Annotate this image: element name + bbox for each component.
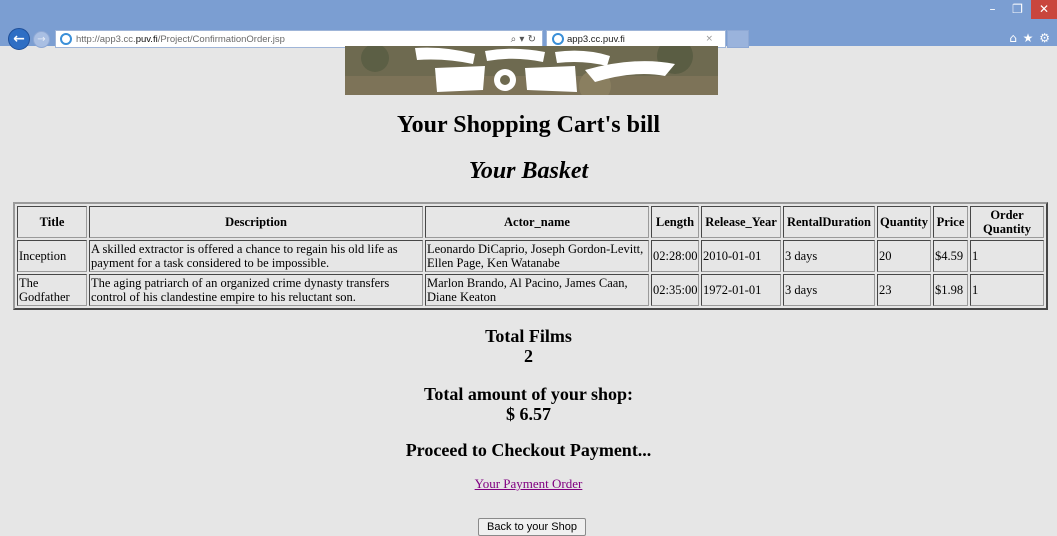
page-title: Your Shopping Cart's bill: [397, 112, 660, 138]
header-rental-duration: RentalDuration: [783, 206, 875, 238]
address-url[interactable]: http://app3.cc.puv.fi/Project/Confirmati…: [76, 32, 285, 47]
table-row: The Godfather The aging patriarch of an …: [17, 274, 1044, 306]
tab-title: app3.cc.puv.fi: [567, 34, 625, 45]
forward-button[interactable]: →: [33, 31, 50, 48]
cell-actor-name: Marlon Brando, Al Pacino, James Caan, Di…: [425, 274, 649, 306]
total-films: Total Films 2: [0, 326, 1057, 366]
cell-price: $1.98: [933, 274, 968, 306]
cell-length: 02:28:00: [651, 240, 699, 272]
total-amount-value: $ 6.57: [506, 404, 551, 424]
proceed-heading: Proceed to Checkout Payment...: [405, 440, 652, 460]
maximize-icon[interactable]: ❐: [1006, 0, 1029, 19]
ie-favicon-icon: [60, 33, 72, 45]
browser-chrome: ← → http://app3.cc.puv.fi/Project/Confir…: [0, 0, 1057, 50]
total-amount: Total amount of your shop: $ 6.57: [0, 384, 1057, 424]
header-order-quantity: Order Quantity: [970, 206, 1044, 238]
total-films-label: Total Films: [485, 326, 572, 346]
cell-release-year: 1972-01-01: [701, 274, 781, 306]
cell-price: $4.59: [933, 240, 968, 272]
header-quantity: Quantity: [877, 206, 931, 238]
cell-order-quantity[interactable]: 1: [970, 274, 1044, 306]
header-title: Title: [17, 206, 87, 238]
table-header-row: Title Description Actor_name Length Rele…: [17, 206, 1044, 238]
cell-quantity: 23: [877, 274, 931, 306]
cell-title: The Godfather: [17, 274, 87, 306]
search-refresh-icons[interactable]: ⌕ ▾ ↻: [511, 32, 536, 47]
url-prefix: http://app3.cc.: [76, 34, 136, 45]
table-row: Inception A skilled extractor is offered…: [17, 240, 1044, 272]
back-button[interactable]: ←: [8, 28, 30, 50]
close-window-icon[interactable]: ✕: [1031, 0, 1057, 19]
cell-length: 02:35:00: [651, 274, 699, 306]
cell-description: The aging patriarch of an organized crim…: [89, 274, 423, 306]
header-actor-name: Actor_name: [425, 206, 649, 238]
cell-title: Inception: [17, 240, 87, 272]
minimize-icon[interactable]: –: [981, 0, 1004, 19]
banner-image: [345, 46, 718, 95]
total-amount-label: Total amount of your shop:: [423, 384, 634, 404]
cell-release-year: 2010-01-01: [701, 240, 781, 272]
header-release-year: Release_Year: [701, 206, 781, 238]
basket-heading: Your Basket: [468, 158, 589, 184]
cell-quantity: 20: [877, 240, 931, 272]
header-price: Price: [933, 206, 968, 238]
cell-rental-duration: 3 days: [783, 274, 875, 306]
tab-close-icon[interactable]: ×: [705, 32, 713, 47]
url-domain: puv.fi: [135, 34, 158, 45]
new-tab-button[interactable]: [727, 30, 749, 48]
cell-rental-duration: 3 days: [783, 240, 875, 272]
cell-order-quantity[interactable]: 1: [970, 240, 1044, 272]
header-length: Length: [651, 206, 699, 238]
back-to-shop-button[interactable]: Back to your Shop: [478, 518, 586, 536]
header-description: Description: [89, 206, 423, 238]
cell-description: A skilled extractor is offered a chance …: [89, 240, 423, 272]
cell-actor-name: Leonardo DiCaprio, Joseph Gordon-Levitt,…: [425, 240, 649, 272]
cart-table: Title Description Actor_name Length Rele…: [13, 202, 1048, 310]
home-favorites-settings-icons[interactable]: ⌂ ★ ⚙: [1009, 31, 1051, 45]
total-films-value: 2: [524, 346, 533, 366]
url-path: /Project/ConfirmationOrder.jsp: [157, 34, 285, 45]
payment-order-link[interactable]: Your Payment Order: [0, 476, 1057, 492]
tab-favicon-icon: [552, 33, 564, 45]
banner-logo-artwork: [345, 46, 718, 95]
